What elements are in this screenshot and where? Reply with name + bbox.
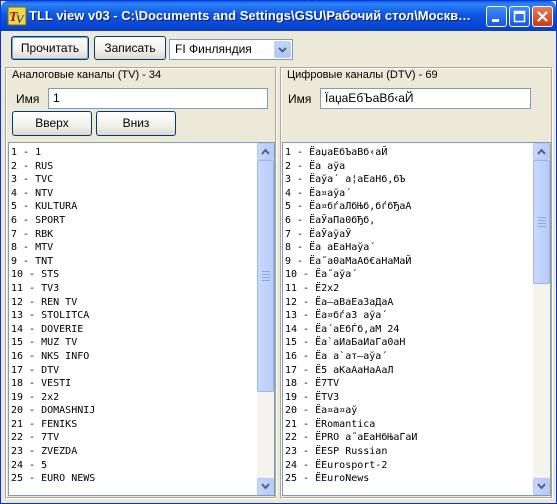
- list-item[interactable]: 7 - RBK: [11, 228, 256, 242]
- scroll-down-button[interactable]: [257, 478, 274, 495]
- chevron-down-icon[interactable]: [274, 41, 291, 58]
- list-item[interactable]: 9 - Ёа˝а0аМаАб€аНаМаЙ: [285, 255, 532, 269]
- chevron-down-icon: [537, 483, 546, 490]
- analog-name-label: Имя: [16, 92, 40, 106]
- chevron-up-icon: [537, 148, 546, 155]
- scroll-up-button[interactable]: [533, 143, 550, 160]
- analog-scrollbar[interactable]: [257, 143, 274, 495]
- list-item[interactable]: 10 - STS: [11, 268, 256, 282]
- list-item[interactable]: 22 - ЁPRO а˝аЕаНбЊаГаИ: [285, 431, 532, 445]
- scroll-down-button[interactable]: [533, 478, 550, 495]
- minimize-button[interactable]: [486, 6, 507, 27]
- list-item[interactable]: 6 - SPORT: [11, 214, 256, 228]
- digital-channel-list[interactable]: 1 - ЁаџаЕбЪаВб‹аЙ 2 - Ёа аўа 3 - Ёаўа´ а¦а…: [282, 142, 551, 496]
- digital-name-label: Имя: [288, 92, 312, 106]
- digital-panel-header: Цифровые каналы (DTV) - 69: [287, 69, 438, 81]
- list-item[interactable]: 21 - ЁRomantica: [285, 418, 532, 432]
- window-title: TLL view v03 - C:\Documents and Settings…: [29, 8, 475, 23]
- list-item[interactable]: 15 - MUZ TV: [11, 336, 256, 350]
- minimize-icon: [492, 19, 499, 22]
- list-item[interactable]: 22 - 7TV: [11, 431, 256, 445]
- list-item[interactable]: 19 - 2x2: [11, 391, 256, 405]
- list-item[interactable]: 7 - ЁаЎаўаЎ: [285, 228, 532, 242]
- list-item[interactable]: 23 - ЁESP Russian: [285, 445, 532, 459]
- list-item[interactable]: 18 - VESTI: [11, 377, 256, 391]
- list-item[interactable]: 13 - Ёа¤бѓаЗ аўа´: [285, 309, 532, 323]
- digital-name-input[interactable]: ЇаџаЕбЪаВб‹аЙ: [320, 88, 531, 109]
- list-item[interactable]: 2 - Ёа аўа: [285, 160, 532, 174]
- list-item[interactable]: 9 - TNT: [11, 255, 256, 269]
- list-item[interactable]: 15 - Ёа`аИаБаИаГа0аН: [285, 336, 532, 350]
- list-item[interactable]: 1 - 1: [11, 146, 256, 160]
- list-item[interactable]: 11 - TV3: [11, 282, 256, 296]
- move-down-button[interactable]: Вниз: [96, 111, 176, 136]
- app-logo-icon: T V: [7, 6, 27, 26]
- maximize-icon: [513, 10, 526, 23]
- list-item[interactable]: 21 - FENIKS: [11, 418, 256, 432]
- list-item[interactable]: 5 - KULTURA: [11, 200, 256, 214]
- close-icon: [537, 11, 548, 22]
- maximize-button[interactable]: [509, 6, 530, 27]
- list-item[interactable]: 20 - Ёа¤а¤аў: [285, 404, 532, 418]
- country-select[interactable]: FI Финляндия: [169, 39, 293, 60]
- analog-panel-header: Аналоговые каналы (TV) - 34: [12, 69, 162, 81]
- scroll-up-button[interactable]: [257, 143, 274, 160]
- analog-channel-list[interactable]: 1 - 12 - RUS 3 - TVC 4 - NTV 5 - KULTURA 6 -…: [8, 142, 275, 496]
- app-window: T V TLL view v03 - C:\Documents and Sett…: [0, 0, 557, 504]
- list-item[interactable]: 17 - Ё5 аКаАаНаАаЛ: [285, 364, 532, 378]
- close-button[interactable]: [532, 6, 553, 27]
- analog-list-items: 1 - 12 - RUS 3 - TVC 4 - NTV 5 - KULTURA 6 -…: [11, 146, 256, 486]
- list-item[interactable]: 3 - TVC: [11, 173, 256, 187]
- list-item[interactable]: 12 - Ёа–аВаЕаЗаДаА: [285, 296, 532, 310]
- list-item[interactable]: 5 - Ёа¤бѓаЛбЊб,бѓбЂаА: [285, 200, 532, 214]
- chevron-up-icon: [261, 148, 270, 155]
- list-item[interactable]: 16 - Ёа а`ат–аўа´: [285, 350, 532, 364]
- list-item[interactable]: 3 - Ёаўа´ а¦аЕаНб,бЪ: [285, 173, 532, 187]
- list-item[interactable]: 17 - DTV: [11, 364, 256, 378]
- list-item[interactable]: 19 - ЁTV3: [285, 391, 532, 405]
- list-item[interactable]: 20 - DOMASHNIJ: [11, 404, 256, 418]
- list-item[interactable]: 24 - 5: [11, 459, 256, 473]
- list-item[interactable]: 1 - ЁаџаЕбЪаВб‹аЙ: [285, 146, 532, 160]
- list-item[interactable]: 2 - RUS: [11, 160, 256, 174]
- list-item[interactable]: 25 - EURO NEWS: [11, 472, 256, 486]
- write-button[interactable]: Записать: [94, 36, 166, 60]
- chevron-down-icon: [261, 483, 270, 490]
- list-item[interactable]: 8 - MTV: [11, 241, 256, 255]
- list-item[interactable]: 12 - REN TV: [11, 296, 256, 310]
- list-item[interactable]: 4 - Ёа¤аўа´: [285, 187, 532, 201]
- list-item[interactable]: 8 - Ёа аЕаНаўа´: [285, 241, 532, 255]
- list-item[interactable]: 11 - Ё2x2: [285, 282, 532, 296]
- analog-name-input[interactable]: 1: [48, 88, 268, 109]
- list-item[interactable]: 23 - ZVEZDA: [11, 445, 256, 459]
- list-item[interactable]: 18 - Ё7TV: [285, 377, 532, 391]
- analog-panel: Аналоговые каналы (TV) - 34 Имя 1 Вверх …: [5, 67, 277, 499]
- analog-scroll-thumb[interactable]: [257, 160, 274, 392]
- digital-scrollbar[interactable]: [533, 143, 550, 495]
- list-item[interactable]: 14 - DOVERIE: [11, 323, 256, 337]
- list-item[interactable]: 10 - Ёа˝аўа´: [285, 268, 532, 282]
- list-item[interactable]: 6 - ЁаЎаПа0бЂб,: [285, 214, 532, 228]
- digital-scroll-thumb[interactable]: [533, 160, 550, 284]
- list-item[interactable]: 14 - Ёа´аЕбЃб,аМ 24: [285, 323, 532, 337]
- list-item[interactable]: 4 - NTV: [11, 187, 256, 201]
- list-item[interactable]: 16 - NKS INFO: [11, 350, 256, 364]
- title-bar[interactable]: T V TLL view v03 - C:\Documents and Sett…: [1, 1, 556, 31]
- digital-panel: Цифровые каналы (DTV) - 69 Имя ЇаџаЕбЪаВ…: [280, 67, 553, 499]
- digital-list-items: 1 - ЁаџаЕбЪаВб‹аЙ 2 - Ёа аўа 3 - Ёаўа´ а¦а…: [285, 146, 532, 486]
- list-item[interactable]: 13 - STOLITCA: [11, 309, 256, 323]
- list-item[interactable]: 25 - ЁEuroNews: [285, 472, 532, 486]
- read-button[interactable]: Прочитать: [11, 36, 89, 60]
- move-up-button[interactable]: Вверх: [12, 111, 92, 136]
- list-item[interactable]: 24 - ЁEurosport-2: [285, 459, 532, 473]
- country-select-value: FI Финляндия: [175, 42, 252, 56]
